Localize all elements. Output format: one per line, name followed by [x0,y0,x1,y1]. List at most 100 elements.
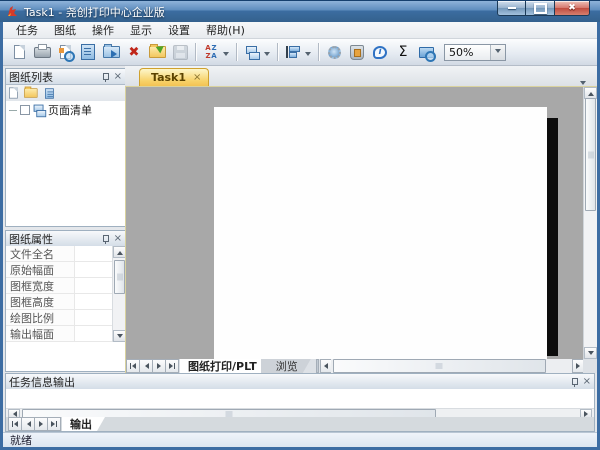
property-row[interactable]: 输出幅面 [6,326,112,342]
print-button[interactable] [31,41,53,63]
import-folder-button[interactable] [100,41,122,63]
nav-next-button[interactable] [152,359,166,373]
align-button[interactable] [282,41,304,63]
add-drawing-button[interactable] [77,41,99,63]
save-button[interactable] [169,41,191,63]
new-task-button[interactable] [8,41,30,63]
align-dropdown-arrow[interactable] [305,52,311,59]
prop-label: 输出幅面 [6,326,75,341]
zoom-dropdown-button[interactable] [490,45,505,60]
vertical-scrollbar [583,87,597,359]
client-area: 任务 图纸 操作 显示 设置 帮助(H) ✖ A [3,22,597,447]
close-button[interactable]: ✖ [555,1,590,16]
scroll-down-button[interactable] [584,347,597,359]
menu-operation[interactable]: 操作 [84,21,122,39]
zoom-combobox[interactable]: 50% [444,44,506,61]
sheet-tab-browse[interactable]: 浏览 [261,359,311,373]
toolbar-separator [277,43,279,61]
tree-item-checkbox[interactable] [20,105,30,115]
sort-button[interactable]: A Z Z A [200,41,222,63]
nav-first-button[interactable] [8,417,22,431]
tree-item-page-list[interactable]: 页面清单 [6,101,125,119]
output-tab-label: 输出 [70,416,92,432]
maximize-button[interactable] [526,1,555,16]
property-row[interactable]: 图框高度 [6,294,112,310]
prop-value [75,310,112,325]
property-row[interactable]: 绘图比例 [6,310,112,326]
right-arrow-icon [576,363,583,369]
nav-prev-button[interactable] [139,359,153,373]
maximize-icon [534,3,547,14]
document-viewport: 图纸打印/PLT 浏览 [125,86,597,373]
scroll-thumb[interactable] [114,260,125,294]
scroll-thumb[interactable] [333,359,546,373]
summary-button[interactable]: Σ [392,41,414,63]
splitter-handle[interactable] [316,359,319,373]
task-output-panel: 任务信息输出 × 输出 [5,373,595,432]
nav-next-button[interactable] [34,417,48,431]
property-row[interactable]: 图框宽度 [6,278,112,294]
menu-display[interactable]: 显示 [122,21,160,39]
menu-bar: 任务 图纸 操作 显示 设置 帮助(H) [3,22,597,39]
window-controls: ✖ [497,1,590,16]
folder-icon[interactable] [24,88,38,98]
print-preview-button[interactable] [54,41,76,63]
down-arrow-icon [117,334,123,341]
scroll-thumb[interactable] [585,98,596,211]
document-tab-strip: Task1 × [125,66,597,86]
find-print-button[interactable] [415,41,437,63]
sort-dropdown-arrow[interactable] [223,52,229,59]
app-logo-icon [6,5,19,18]
document-area: Task1 × [125,66,597,373]
permission-button[interactable] [346,41,368,63]
prop-value [75,246,112,261]
page-layout-button[interactable] [241,41,263,63]
panel-close-icon[interactable]: × [583,377,591,387]
panel-close-icon[interactable]: × [114,234,122,244]
menu-drawing[interactable]: 图纸 [46,21,84,39]
property-row[interactable]: 原始幅面 [6,262,112,278]
nav-prev-button[interactable] [21,417,35,431]
info-icon: i [373,46,387,59]
delete-button[interactable]: ✖ [123,41,145,63]
document-tab-task1[interactable]: Task1 × [139,68,209,86]
magnifier-icon [64,51,75,62]
bar-icon [56,421,57,427]
restore-button[interactable] [146,41,168,63]
property-row[interactable]: 文件全名 [6,246,112,262]
close-icon: ✖ [568,3,576,13]
prop-value [75,294,112,309]
sheet-tab-bar: 图纸打印/PLT 浏览 [126,359,583,373]
pin-icon[interactable] [101,72,109,82]
panel-close-icon[interactable]: × [114,72,122,82]
hscroll-track[interactable] [331,359,572,373]
stamp-button[interactable] [323,41,345,63]
blue-drawing-icon [81,44,95,60]
nav-first-button[interactable] [126,359,140,373]
new-page-icon[interactable] [9,87,18,98]
minimize-button[interactable] [497,1,526,16]
layout-dropdown-arrow[interactable] [264,52,270,59]
bar-icon [174,363,175,369]
window-title: Task1 - 尧创打印中心企业版 [24,4,165,20]
prop-label: 文件全名 [6,246,75,261]
tab-close-icon[interactable]: × [193,72,201,83]
nav-last-button[interactable] [165,359,179,373]
sheet-tab-print[interactable]: 图纸打印/PLT [180,359,270,373]
about-button[interactable]: i [369,41,391,63]
output-tab[interactable]: 输出 [62,417,105,431]
document-tab-label: Task1 [151,71,186,84]
prop-label: 原始幅面 [6,262,75,277]
title-bar[interactable]: Task1 - 尧创打印中心企业版 ✖ [0,0,600,22]
menu-settings[interactable]: 设置 [160,21,198,39]
pin-icon[interactable] [101,234,109,244]
menu-task[interactable]: 任务 [8,21,46,39]
medal-icon [328,46,341,59]
tree-line [9,110,17,111]
folder-restore-icon [149,46,166,58]
menu-help[interactable]: 帮助(H) [198,21,253,39]
columns-icon[interactable] [45,88,54,98]
pin-icon[interactable] [570,377,578,387]
drawing-list-toolbar [6,85,125,102]
nav-last-button[interactable] [47,417,61,431]
